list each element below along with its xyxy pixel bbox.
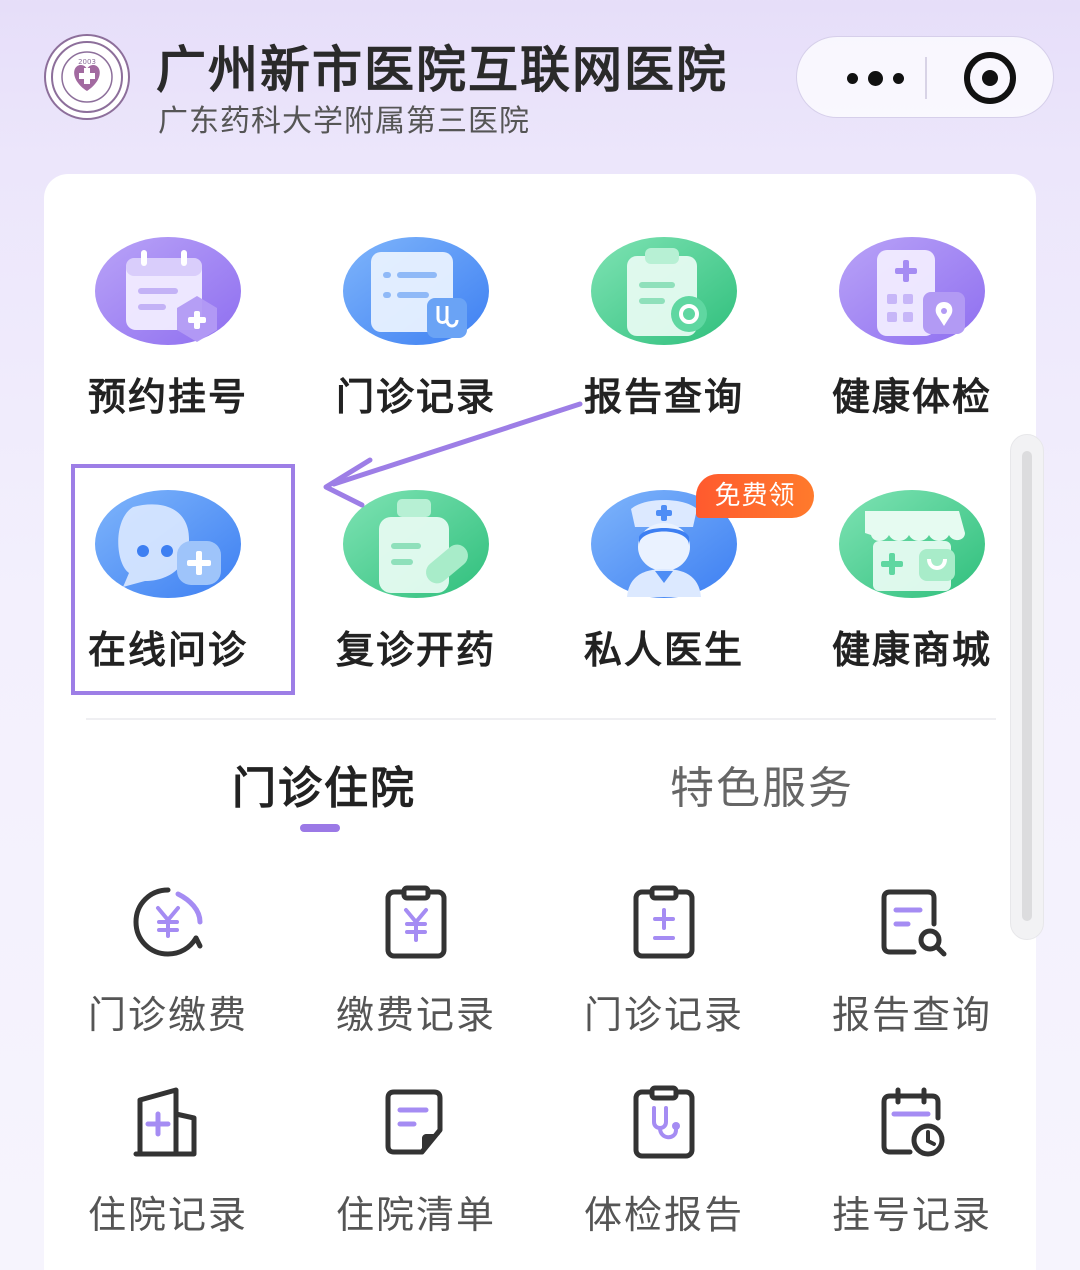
service-label: 住院清单 [335, 1193, 496, 1237]
building-plus-icon [133, 1087, 197, 1157]
clipboard-stethoscope-icon [633, 1085, 695, 1159]
service-inpatient-bill[interactable]: 住院清单 [316, 1084, 516, 1239]
mini-program-capsule [796, 36, 1054, 118]
close-mini-program-icon[interactable] [964, 52, 1016, 104]
active-tab-indicator [300, 824, 340, 832]
document-search-icon [881, 889, 947, 957]
service-label: 住院记录 [87, 1193, 248, 1237]
service-label: 门诊缴费 [87, 993, 248, 1037]
service-checkup-report[interactable]: 体检报告 [564, 1084, 764, 1239]
logo-year: 2003 [78, 58, 96, 66]
quick-service-report-query[interactable]: 报告查询 [564, 236, 764, 421]
capsule-divider [925, 57, 927, 99]
section-divider [86, 718, 996, 720]
store-icon [839, 490, 985, 598]
service-label: 报告查询 [831, 993, 992, 1037]
quick-service-health-mall[interactable]: 健康商城 [812, 489, 1012, 674]
service-registration-records[interactable]: 挂号记录 [812, 1084, 1012, 1239]
quick-service-label: 报告查询 [583, 375, 744, 419]
tab-outpatient-inpatient[interactable]: 门诊住院 [232, 752, 416, 816]
service-label: 缴费记录 [335, 993, 496, 1037]
service-outpatient-records[interactable]: 门诊记录 [564, 884, 764, 1039]
free-offer-badge: 免费领 [696, 474, 814, 518]
service-label: 体检报告 [583, 1193, 744, 1237]
highlight-box [71, 464, 295, 695]
service-payment-records[interactable]: 缴费记录 [316, 884, 516, 1039]
report-search-icon [591, 237, 737, 345]
yuan-circle-icon [133, 887, 203, 957]
quick-service-outpatient-records[interactable]: 门诊记录 [316, 236, 516, 421]
quick-service-label: 健康体检 [831, 375, 992, 419]
quick-service-label: 私人医生 [583, 628, 744, 672]
clipboard-stethoscope-icon [343, 237, 489, 345]
quick-service-label: 复诊开药 [335, 628, 496, 672]
quick-service-follow-up-prescription[interactable]: 复诊开药 [316, 489, 516, 674]
medicine-bottle-icon [343, 490, 489, 598]
service-label: 门诊记录 [583, 993, 744, 1037]
clipboard-plus-icon [633, 885, 695, 959]
yuan-clipboard-icon [385, 885, 447, 959]
service-label: 挂号记录 [831, 1193, 992, 1237]
quick-service-appointment[interactable]: 预约挂号 [68, 236, 268, 421]
service-report-query[interactable]: 报告查询 [812, 884, 1012, 1039]
scrollbar[interactable] [1010, 434, 1044, 940]
service-outpatient-payment[interactable]: 门诊缴费 [68, 884, 268, 1039]
more-menu-icon[interactable] [825, 37, 925, 119]
quick-service-label: 门诊记录 [335, 375, 496, 419]
document-edit-icon [385, 1089, 443, 1155]
quick-service-label: 预约挂号 [87, 375, 248, 419]
hospital-logo: 2003 [44, 34, 130, 120]
app-title: 广州新市医院互联网医院 [156, 41, 728, 99]
quick-service-health-checkup[interactable]: 健康体检 [812, 236, 1012, 421]
app-header: 2003 广州新市医院互联网医院 广东药科大学附属第三医院 [0, 0, 1080, 160]
tab-featured-services[interactable]: 特色服务 [670, 752, 854, 816]
building-location-icon [839, 237, 985, 345]
calendar-plus-icon [95, 237, 241, 345]
app-subtitle: 广东药科大学附属第三医院 [158, 104, 530, 139]
calendar-clock-icon [881, 1087, 945, 1157]
quick-service-label: 健康商城 [831, 628, 992, 672]
service-inpatient-records[interactable]: 住院记录 [68, 1084, 268, 1239]
